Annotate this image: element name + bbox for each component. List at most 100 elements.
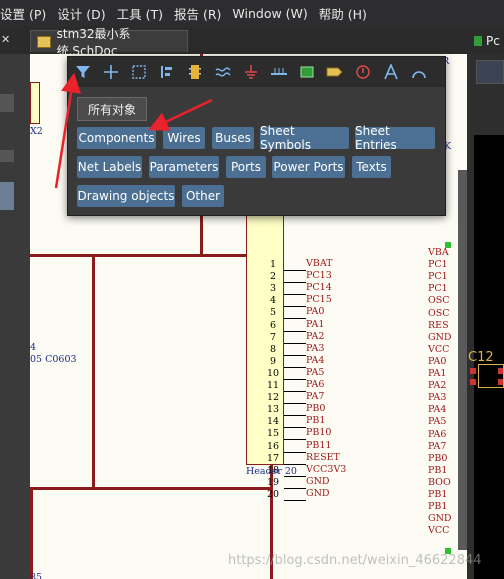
net-label[interactable]: GND xyxy=(306,476,330,487)
tab-pcb[interactable]: Pc xyxy=(468,30,504,52)
mcu-net-label[interactable]: VBA xyxy=(428,248,449,258)
mcu-net-label[interactable]: PB0 xyxy=(428,453,447,464)
net-label[interactable]: GND xyxy=(306,488,330,499)
pin-line[interactable] xyxy=(284,330,306,332)
mcu-net-label[interactable]: PA2 xyxy=(428,381,446,391)
pin-line[interactable] xyxy=(284,439,306,441)
text-icon[interactable] xyxy=(380,61,402,83)
all-objects-button[interactable]: 所有对象 xyxy=(77,97,148,121)
pin-line[interactable] xyxy=(284,427,306,429)
pin-line[interactable] xyxy=(284,451,306,453)
tab-schdoc[interactable]: stm32最小系统.SchDoc xyxy=(30,27,188,58)
vertical-scrollbar[interactable] xyxy=(458,170,467,550)
mcu-net-label[interactable]: PA0 xyxy=(428,356,446,367)
panel-strip-active[interactable] xyxy=(0,182,14,210)
pin-line[interactable] xyxy=(284,403,306,405)
wire[interactable] xyxy=(30,487,272,490)
pin-line[interactable] xyxy=(284,378,306,380)
pin-line[interactable] xyxy=(284,487,306,489)
mcu-net-label[interactable]: VCC xyxy=(428,344,449,355)
filter-ports-button[interactable]: Ports xyxy=(226,156,266,178)
mcu-net-label[interactable]: RES xyxy=(428,320,449,331)
menu-design[interactable]: 设计 (D) xyxy=(57,4,116,23)
menu-settings[interactable]: 设置 (P) xyxy=(0,4,57,23)
bus-icon[interactable] xyxy=(268,61,290,83)
net-label[interactable]: PA7 xyxy=(306,392,324,402)
net-label[interactable]: PA6 xyxy=(306,380,324,390)
filter-parameters-button[interactable]: Parameters xyxy=(149,156,219,178)
pin-line[interactable] xyxy=(284,475,306,477)
mcu-net-label[interactable]: PC1 xyxy=(428,284,448,294)
net-label[interactable]: PA2 xyxy=(306,331,324,342)
close-icon[interactable]: ✕ xyxy=(1,33,10,46)
pin-line[interactable] xyxy=(284,366,306,368)
net-label[interactable]: PA3 xyxy=(306,343,324,354)
mcu-net-label[interactable]: PC1 xyxy=(428,272,448,282)
mcu-net-label[interactable]: OSC xyxy=(428,296,450,306)
net-label[interactable]: PC14 xyxy=(306,283,332,293)
pin-line[interactable] xyxy=(284,318,306,320)
mcu-net-label[interactable]: OSC xyxy=(428,308,450,319)
filter-components-button[interactable]: Components xyxy=(77,127,156,149)
net-label[interactable]: PB10 xyxy=(306,428,331,438)
filter-power-ports-button[interactable]: Power Ports xyxy=(272,156,345,178)
filter-wires-button[interactable]: Wires xyxy=(163,127,205,149)
wire[interactable] xyxy=(30,254,246,257)
net-label[interactable]: PA5 xyxy=(306,367,324,378)
filter-sheet-entries-button[interactable]: Sheet Entries xyxy=(355,124,435,152)
pin-line[interactable] xyxy=(284,282,306,284)
pin-line[interactable] xyxy=(284,354,306,356)
mcu-net-label[interactable]: PA3 xyxy=(428,393,446,403)
menu-reports[interactable]: 报告 (R) xyxy=(174,4,232,23)
mcu-net-label[interactable]: PA7 xyxy=(428,441,446,452)
pin-line[interactable] xyxy=(284,499,306,501)
arc-icon[interactable] xyxy=(408,61,430,83)
pin-line[interactable] xyxy=(284,415,306,417)
menu-tools[interactable]: 工具 (T) xyxy=(117,4,174,23)
filter-net-labels-button[interactable]: Net Labels xyxy=(77,156,142,178)
net-label[interactable]: PA0 xyxy=(306,307,324,317)
port-icon[interactable] xyxy=(324,61,346,83)
net-label[interactable]: PA4 xyxy=(306,355,324,366)
mcu-net-label[interactable]: PB1 xyxy=(428,490,447,500)
pin-line[interactable] xyxy=(284,391,306,392)
mcu-net-label[interactable]: GND xyxy=(428,332,452,343)
net-label[interactable]: PC15 xyxy=(306,295,332,305)
mcu-net-label[interactable]: PB1 xyxy=(428,465,447,476)
mcu-net-label[interactable]: PC1 xyxy=(428,260,448,270)
mcu-net-label[interactable]: PA6 xyxy=(428,429,446,440)
pin-line[interactable] xyxy=(284,270,306,271)
mcu-net-label[interactable]: GND xyxy=(428,514,452,524)
pin-line[interactable] xyxy=(284,463,306,465)
filter-drawing-objects-button[interactable]: Drawing objects xyxy=(77,185,175,207)
menu-window[interactable]: Window (W) xyxy=(232,6,318,21)
pin-line[interactable] xyxy=(284,306,306,308)
pin-line[interactable] xyxy=(284,342,306,344)
wire[interactable] xyxy=(92,257,95,487)
net-label[interactable]: PC13 xyxy=(306,271,332,281)
panel-strip[interactable] xyxy=(0,150,14,162)
power-port-icon[interactable] xyxy=(240,61,262,83)
filter-texts-button[interactable]: Texts xyxy=(352,156,391,178)
filter-icon[interactable] xyxy=(72,61,94,83)
mcu-net-label[interactable]: BOO xyxy=(428,477,451,488)
mcu-net-label[interactable]: VCC xyxy=(428,526,449,536)
align-icon[interactable] xyxy=(156,61,178,83)
mcu-net-label[interactable]: PA5 xyxy=(428,417,446,427)
net-label[interactable]: RESET xyxy=(306,452,340,463)
pcb-panel-header[interactable] xyxy=(476,60,504,84)
filter-other-button[interactable]: Other xyxy=(182,185,224,207)
select-rect-icon[interactable] xyxy=(128,61,150,83)
menu-help[interactable]: 帮助 (H) xyxy=(319,4,378,23)
mcu-net-label[interactable]: PA4 xyxy=(428,405,446,415)
wire[interactable] xyxy=(30,487,33,579)
net-label[interactable]: PB1 xyxy=(306,416,325,426)
component-body[interactable] xyxy=(30,82,40,124)
filter-sheet-symbols-button[interactable]: Sheet Symbols xyxy=(260,124,349,152)
filter-buses-button[interactable]: Buses xyxy=(212,127,254,149)
net-label[interactable]: VCC3V3 xyxy=(306,464,346,475)
net-label[interactable]: VBAT xyxy=(306,259,333,269)
net-label[interactable]: PA1 xyxy=(306,319,324,330)
pin-line[interactable] xyxy=(284,294,306,296)
net-label[interactable]: PB11 xyxy=(306,440,331,451)
